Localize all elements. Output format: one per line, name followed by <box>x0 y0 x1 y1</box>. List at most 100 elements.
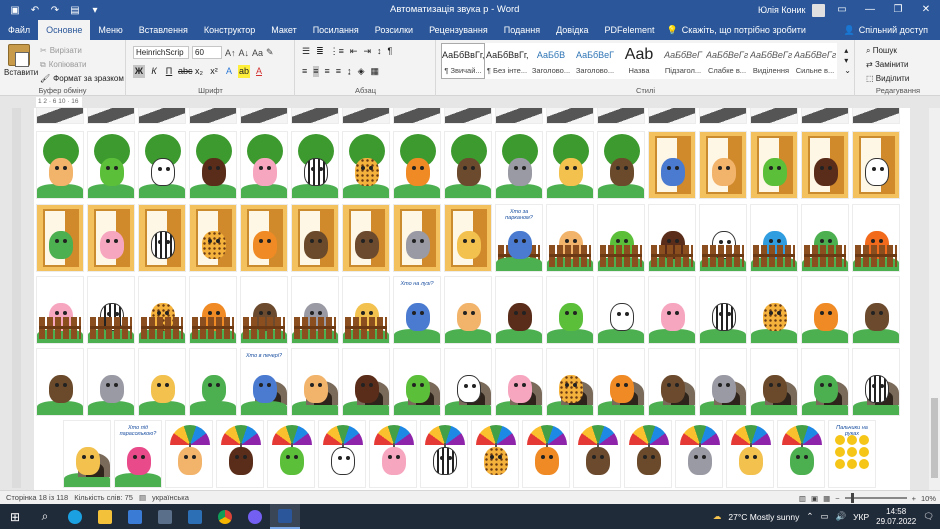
text-effects-icon[interactable]: A <box>223 65 235 78</box>
picture-card[interactable]: Хто на лузі? <box>393 276 441 344</box>
grow-font-icon[interactable]: A↑ <box>225 48 236 58</box>
start-button[interactable]: ⊞ <box>0 504 30 529</box>
picture-card[interactable] <box>726 420 774 488</box>
picture-card[interactable] <box>87 108 135 124</box>
style-item[interactable]: АаБбВеГг, Виділення <box>749 43 793 79</box>
picture-card[interactable] <box>36 131 84 199</box>
picture-card[interactable] <box>801 131 849 199</box>
picture-card[interactable] <box>648 131 696 199</box>
find-button[interactable]: ⌕ Пошук <box>866 44 909 58</box>
close-button[interactable]: ✕ <box>912 0 940 20</box>
picture-card[interactable] <box>444 204 492 272</box>
zoom-slider-knob[interactable] <box>850 493 854 503</box>
picture-card[interactable] <box>750 276 798 344</box>
font-size-select[interactable]: 60 <box>192 46 222 59</box>
file-explorer-icon[interactable] <box>90 504 120 529</box>
vertical-ruler[interactable] <box>12 108 21 488</box>
tab-3[interactable]: Вставлення <box>131 20 196 40</box>
paste-button[interactable]: Вставити <box>4 44 38 77</box>
picture-card[interactable] <box>699 348 747 416</box>
picture-card[interactable] <box>291 276 339 344</box>
vertical-scrollbar[interactable] <box>929 108 940 490</box>
tab-1[interactable]: Основне <box>38 20 91 40</box>
gallery-down-icon[interactable]: ▾ <box>844 56 851 66</box>
new-doc-icon[interactable]: ▤ <box>68 5 82 16</box>
picture-card[interactable] <box>444 131 492 199</box>
bullets-icon[interactable]: ☰ <box>302 46 310 57</box>
picture-card[interactable] <box>648 108 696 124</box>
picture-card[interactable] <box>267 420 315 488</box>
share-button[interactable]: 👤 Спільний доступ <box>844 20 928 40</box>
picture-card[interactable] <box>624 420 672 488</box>
cut-button[interactable]: ✂ Вирізати <box>40 44 124 58</box>
picture-card[interactable] <box>801 204 849 272</box>
picture-card[interactable] <box>852 131 900 199</box>
picture-card[interactable] <box>342 204 390 272</box>
font-color-icon[interactable]: A <box>253 65 265 78</box>
replace-button[interactable]: ⇄ Замінити <box>866 58 909 72</box>
customize-icon[interactable]: ▾ <box>88 5 102 16</box>
edge-icon[interactable] <box>60 504 90 529</box>
picture-card[interactable] <box>216 420 264 488</box>
picture-card[interactable]: Хто в печері? <box>240 348 288 416</box>
network-icon[interactable]: ▭ <box>821 511 829 522</box>
user-account[interactable]: Юлія Коник <box>758 0 825 20</box>
copy-button[interactable]: ⧉ Копіювати <box>40 58 124 72</box>
picture-card[interactable] <box>801 108 849 124</box>
save-icon[interactable]: ▣ <box>8 5 22 16</box>
picture-card[interactable] <box>87 348 135 416</box>
italic-button[interactable]: К <box>148 65 160 78</box>
picture-card[interactable] <box>189 131 237 199</box>
word-count[interactable]: Кількість слів: 75 <box>74 493 133 502</box>
sort-icon[interactable]: ↕ <box>377 46 382 57</box>
picture-card[interactable] <box>699 131 747 199</box>
picture-card[interactable] <box>546 204 594 272</box>
picture-card[interactable] <box>750 348 798 416</box>
shrink-font-icon[interactable]: A↓ <box>239 48 250 58</box>
picture-card[interactable] <box>522 420 570 488</box>
multilevel-list-icon[interactable]: ⋮≡ <box>330 46 344 57</box>
shading-icon[interactable]: ◈ <box>358 66 365 77</box>
picture-card[interactable] <box>471 420 519 488</box>
chrome-icon[interactable] <box>210 504 240 529</box>
picture-card[interactable] <box>546 348 594 416</box>
picture-card[interactable] <box>495 131 543 199</box>
font-family-select[interactable]: HeinrichScrip <box>133 46 189 59</box>
tab-2[interactable]: Меню <box>90 20 130 40</box>
picture-card[interactable] <box>444 108 492 124</box>
picture-card[interactable] <box>240 204 288 272</box>
zoom-out-button[interactable]: − <box>835 494 839 503</box>
style-item[interactable]: АаБбВеГг Слабке в... <box>705 43 749 79</box>
picture-card[interactable] <box>648 276 696 344</box>
line-spacing-icon[interactable]: ↨ <box>347 66 352 77</box>
page-count[interactable]: Сторінка 18 із 118 <box>6 493 68 502</box>
picture-card[interactable] <box>138 108 186 124</box>
picture-card[interactable] <box>369 420 417 488</box>
style-item[interactable]: АаБбВеГ Заголово... <box>573 43 617 79</box>
tab-5[interactable]: Макет <box>263 20 304 40</box>
picture-card[interactable] <box>444 348 492 416</box>
format-painter-button[interactable]: 🖌 Формат за зразком <box>40 72 124 86</box>
picture-card[interactable] <box>750 131 798 199</box>
picture-card[interactable] <box>138 276 186 344</box>
weather-text[interactable]: 27°C Mostly sunny <box>728 512 799 522</box>
picture-card[interactable] <box>318 420 366 488</box>
pilcrow-icon[interactable]: ¶ <box>387 46 392 57</box>
picture-card[interactable] <box>240 276 288 344</box>
clear-format-icon[interactable]: ✎ <box>266 47 274 58</box>
zoom-level[interactable]: 10% <box>921 494 936 503</box>
tab-11[interactable]: PDFelement <box>596 20 662 40</box>
superscript-button[interactable]: x² <box>208 65 220 78</box>
picture-card[interactable] <box>393 348 441 416</box>
select-button[interactable]: ⬚ Виділити <box>866 72 909 86</box>
picture-card[interactable] <box>393 108 441 124</box>
proofing-icon[interactable]: ▤ <box>139 493 146 502</box>
increase-indent-icon[interactable]: ⇥ <box>363 46 371 57</box>
picture-card[interactable] <box>393 131 441 199</box>
picture-card[interactable] <box>87 204 135 272</box>
picture-card[interactable] <box>138 131 186 199</box>
borders-icon[interactable]: ▦ <box>370 66 379 77</box>
picture-card[interactable] <box>648 204 696 272</box>
keyboard-language[interactable]: УКР <box>853 512 869 522</box>
tell-me-box[interactable]: 💡 Скажіть, що потрібно зробити <box>667 20 806 40</box>
